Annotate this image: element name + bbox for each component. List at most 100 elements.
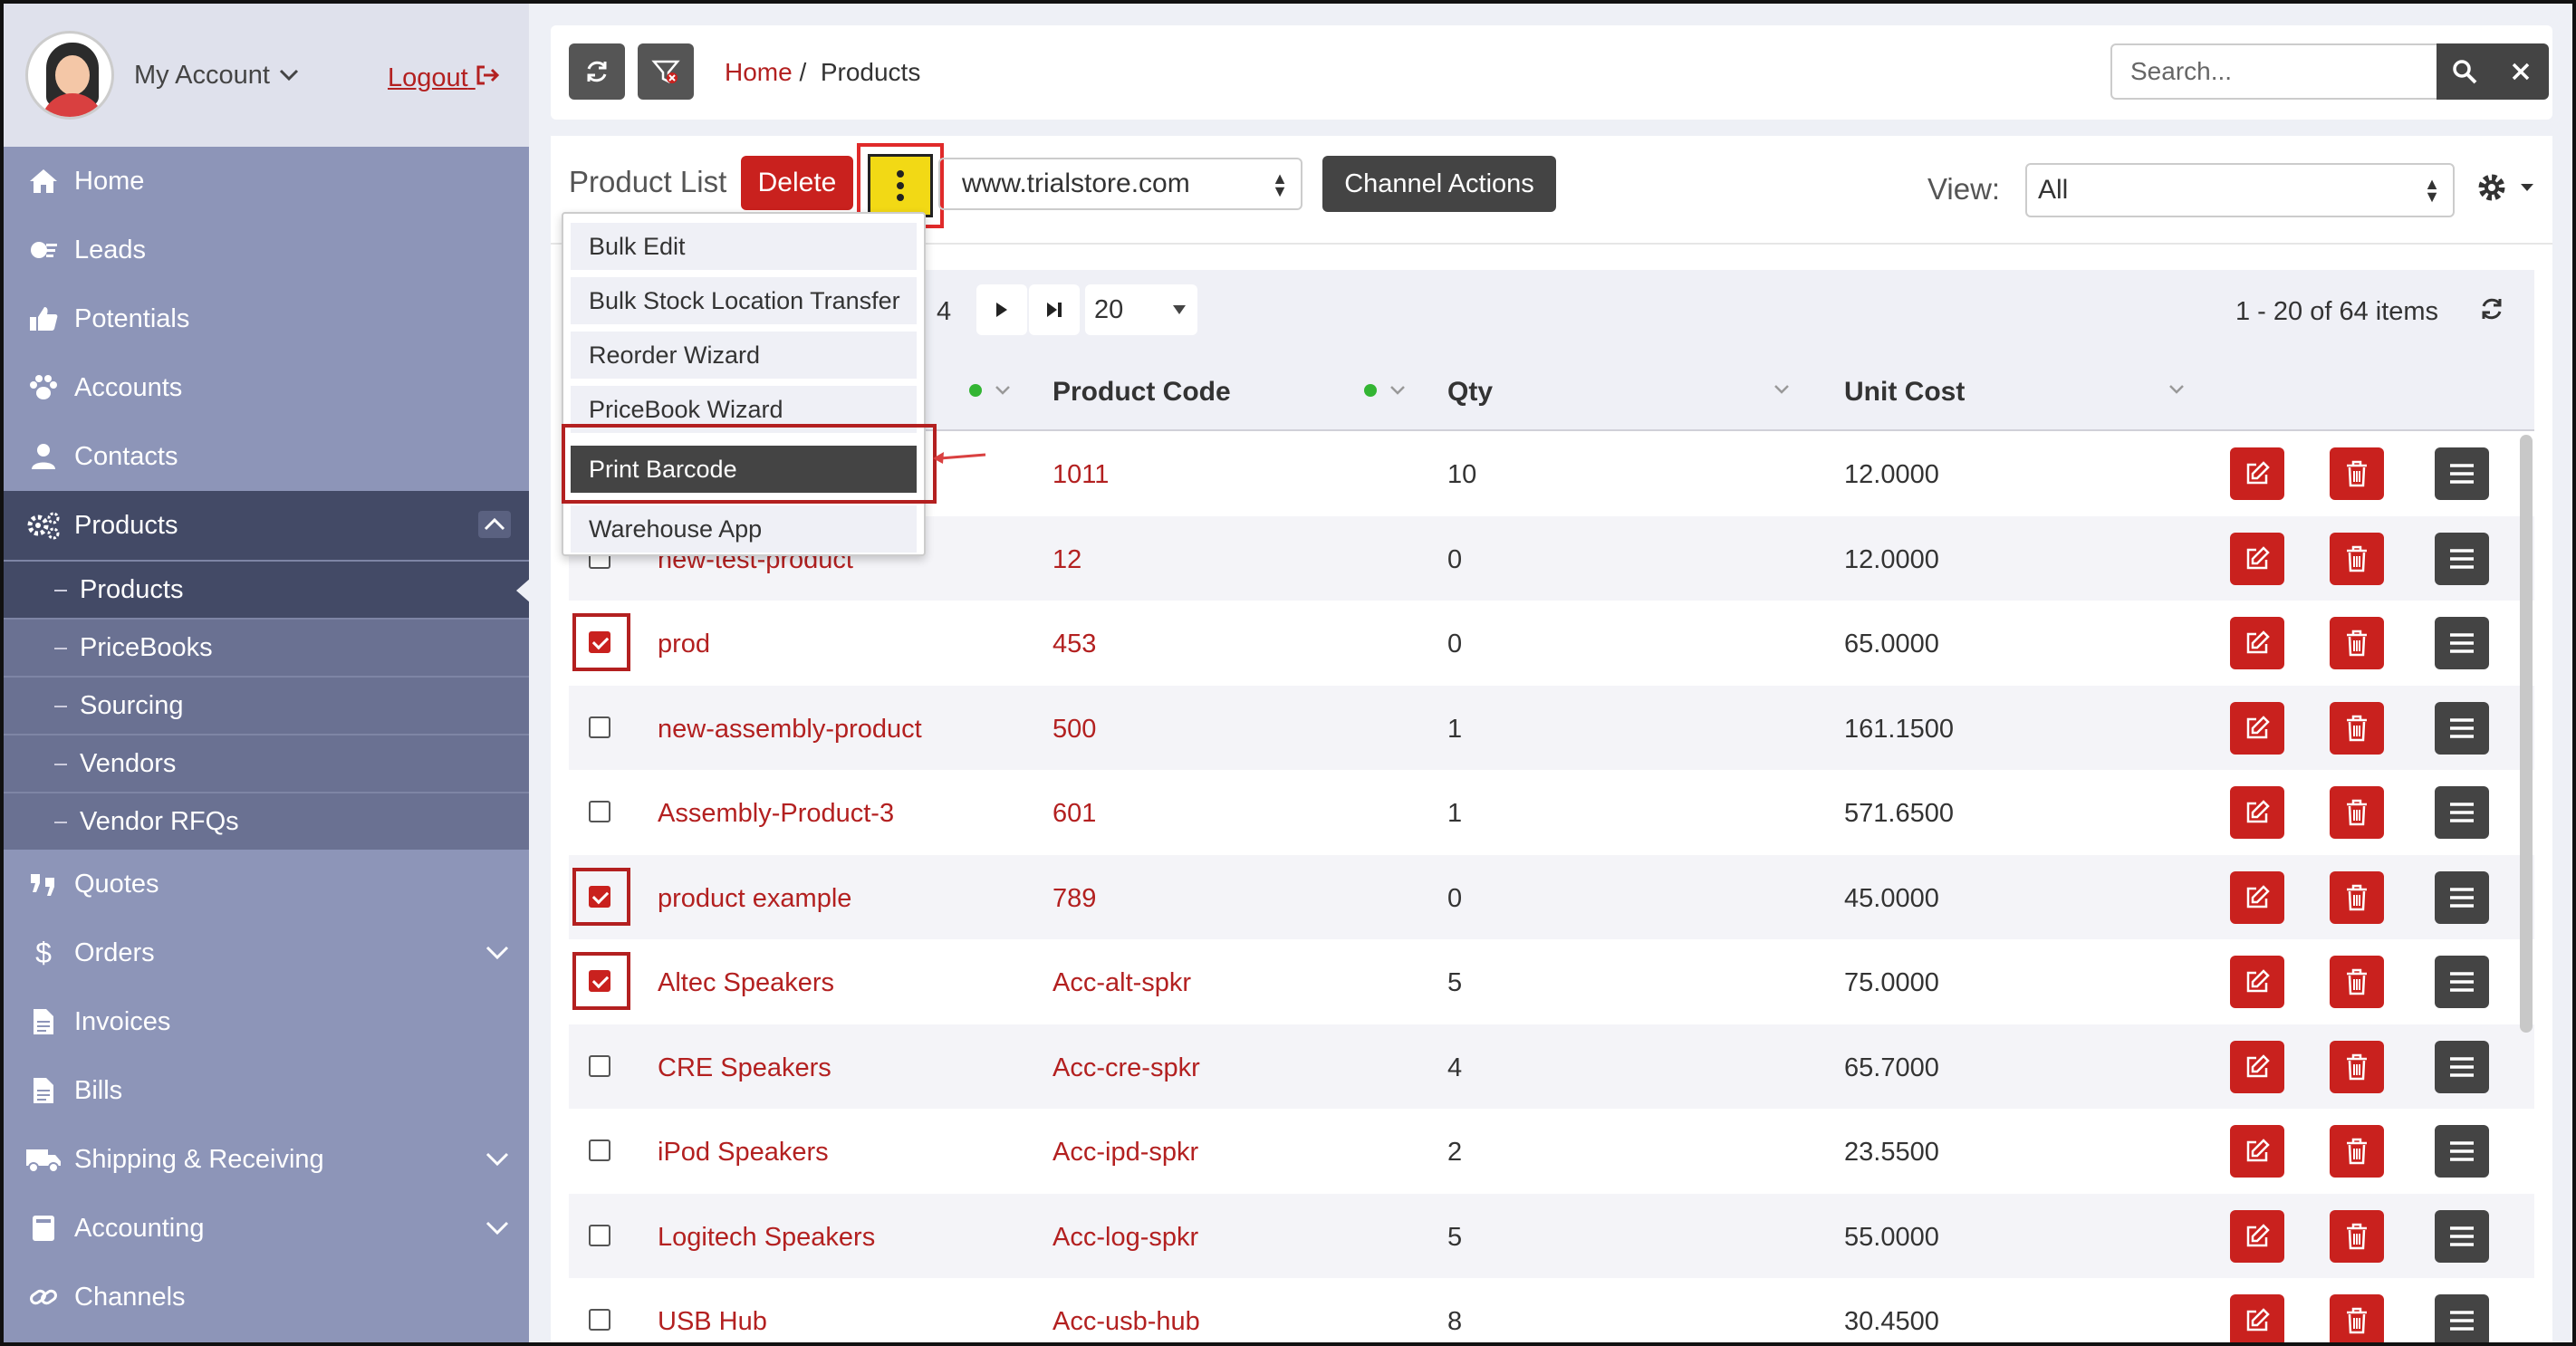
- edit-button[interactable]: [2230, 701, 2284, 755]
- row-menu-button[interactable]: [2435, 532, 2489, 585]
- delete-button[interactable]: Delete: [741, 156, 853, 210]
- delete-row-button[interactable]: [2330, 1040, 2384, 1093]
- menu-item-reorder-wizard[interactable]: Reorder Wizard: [571, 332, 917, 379]
- view-select[interactable]: All ▲ ▼: [2025, 163, 2455, 217]
- row-menu-button[interactable]: [2435, 1294, 2489, 1346]
- delete-row-button[interactable]: [2330, 1125, 2384, 1178]
- next-page-button[interactable]: [976, 284, 1027, 335]
- row-checkbox[interactable]: [589, 1309, 610, 1331]
- edit-button[interactable]: [2230, 447, 2284, 500]
- row-menu-button[interactable]: [2435, 786, 2489, 839]
- product-code-link[interactable]: Acc-ipd-spkr: [1053, 1138, 1198, 1168]
- pager-refresh-button[interactable]: [2478, 295, 2505, 327]
- delete-row-button[interactable]: [2330, 870, 2384, 924]
- settings-menu[interactable]: [2476, 172, 2534, 203]
- product-name-link[interactable]: USB Hub: [658, 1307, 767, 1337]
- product-code-link[interactable]: 1011: [1053, 460, 1109, 490]
- sidebar-item-quotes[interactable]: Quotes: [4, 850, 529, 918]
- edit-button[interactable]: [2230, 1294, 2284, 1346]
- row-checkbox[interactable]: [589, 1139, 610, 1161]
- row-checkbox[interactable]: [589, 801, 610, 822]
- row-menu-button[interactable]: [2435, 1040, 2489, 1093]
- search-button[interactable]: [2437, 43, 2493, 100]
- menu-item-warehouse-app[interactable]: Warehouse App: [571, 505, 917, 553]
- sidebar-item-accounting[interactable]: Accounting: [4, 1194, 529, 1263]
- submenu-item-vendors[interactable]: Vendors: [4, 734, 529, 792]
- product-name-link[interactable]: Assembly-Product-3: [658, 799, 894, 829]
- row-menu-button[interactable]: [2435, 447, 2489, 500]
- search-input[interactable]: [2110, 43, 2438, 100]
- row-checkbox[interactable]: [589, 1224, 610, 1246]
- delete-row-button[interactable]: [2330, 1209, 2384, 1263]
- chevron-down-icon[interactable]: [484, 938, 511, 973]
- product-code-link[interactable]: 789: [1053, 884, 1096, 914]
- clear-search-button[interactable]: [2493, 43, 2549, 100]
- row-checkbox[interactable]: [589, 716, 610, 738]
- product-code-link[interactable]: Acc-alt-spkr: [1053, 968, 1191, 998]
- product-name-link[interactable]: CRE Speakers: [658, 1053, 831, 1083]
- edit-button[interactable]: [2230, 1209, 2284, 1263]
- row-checkbox[interactable]: [589, 970, 610, 992]
- edit-button[interactable]: [2230, 532, 2284, 585]
- sidebar-item-products[interactable]: Products: [4, 491, 529, 560]
- sidebar-item-invoices[interactable]: Invoices: [4, 987, 529, 1056]
- cost-column-menu[interactable]: [2168, 384, 2185, 395]
- logout-link[interactable]: Logout: [388, 63, 501, 93]
- refresh-button[interactable]: [569, 43, 625, 100]
- delete-row-button[interactable]: [2330, 701, 2384, 755]
- delete-row-button[interactable]: [2330, 956, 2384, 1008]
- product-code-link[interactable]: Acc-log-spkr: [1053, 1223, 1198, 1253]
- delete-row-button[interactable]: [2330, 1294, 2384, 1346]
- row-menu-button[interactable]: [2435, 956, 2489, 1008]
- sidebar-item-leads[interactable]: Leads: [4, 216, 529, 284]
- sidebar-item-accounts[interactable]: Accounts: [4, 353, 529, 422]
- qty-column-menu[interactable]: [1773, 384, 1790, 395]
- chevron-down-icon[interactable]: [484, 1214, 511, 1248]
- menu-item-bulk-stock-location-transfer[interactable]: Bulk Stock Location Transfer: [571, 277, 917, 324]
- row-menu-button[interactable]: [2435, 1125, 2489, 1178]
- column-header-qty[interactable]: Qty: [1447, 377, 1493, 408]
- store-select[interactable]: www.trialstore.com ▲ ▼: [938, 158, 1302, 210]
- product-name-link[interactable]: iPod Speakers: [658, 1138, 829, 1168]
- product-code-link[interactable]: 12: [1053, 545, 1081, 575]
- last-page-button[interactable]: [1029, 284, 1080, 335]
- row-menu-button[interactable]: [2435, 617, 2489, 669]
- delete-row-button[interactable]: [2330, 532, 2384, 585]
- submenu-item-pricebooks[interactable]: PriceBooks: [4, 618, 529, 676]
- row-menu-button[interactable]: [2435, 1209, 2489, 1263]
- delete-row-button[interactable]: [2330, 617, 2384, 669]
- row-checkbox[interactable]: [589, 885, 610, 908]
- edit-button[interactable]: [2230, 617, 2284, 669]
- breadcrumb-home-link[interactable]: Home: [725, 58, 793, 86]
- row-menu-button[interactable]: [2435, 701, 2489, 755]
- name-column-filter[interactable]: [969, 384, 1011, 397]
- product-code-link[interactable]: Acc-cre-spkr: [1053, 1053, 1200, 1083]
- product-name-link[interactable]: Altec Speakers: [658, 968, 834, 998]
- product-name-link[interactable]: new-assembly-product: [658, 715, 922, 745]
- edit-button[interactable]: [2230, 1125, 2284, 1178]
- submenu-item-products[interactable]: Products: [4, 560, 529, 618]
- edit-button[interactable]: [2230, 956, 2284, 1008]
- product-code-link[interactable]: 500: [1053, 715, 1096, 745]
- delete-row-button[interactable]: [2330, 786, 2384, 839]
- clear-filter-button[interactable]: [638, 43, 694, 100]
- product-name-link[interactable]: Logitech Speakers: [658, 1223, 875, 1253]
- delete-row-button[interactable]: [2330, 447, 2384, 500]
- chevron-up-icon[interactable]: [478, 511, 511, 545]
- product-name-link[interactable]: product example: [658, 884, 851, 914]
- product-code-link[interactable]: 453: [1053, 630, 1096, 659]
- code-column-filter[interactable]: [1364, 384, 1406, 397]
- edit-button[interactable]: [2230, 786, 2284, 839]
- sidebar-item-orders[interactable]: $ Orders: [4, 918, 529, 987]
- sidebar-item-channels[interactable]: Channels: [4, 1263, 529, 1332]
- pager-page-number[interactable]: 4: [937, 297, 951, 327]
- chevron-down-icon[interactable]: [484, 1145, 511, 1179]
- avatar[interactable]: [25, 31, 114, 120]
- row-checkbox[interactable]: [589, 1054, 610, 1077]
- product-name-link[interactable]: prod: [658, 630, 710, 659]
- submenu-item-sourcing[interactable]: Sourcing: [4, 676, 529, 734]
- edit-button[interactable]: [2230, 1040, 2284, 1093]
- my-account-menu[interactable]: My Account: [134, 61, 299, 91]
- sidebar-item-shipping[interactable]: Shipping & Receiving: [4, 1125, 529, 1194]
- menu-item-bulk-edit[interactable]: Bulk Edit: [571, 223, 917, 270]
